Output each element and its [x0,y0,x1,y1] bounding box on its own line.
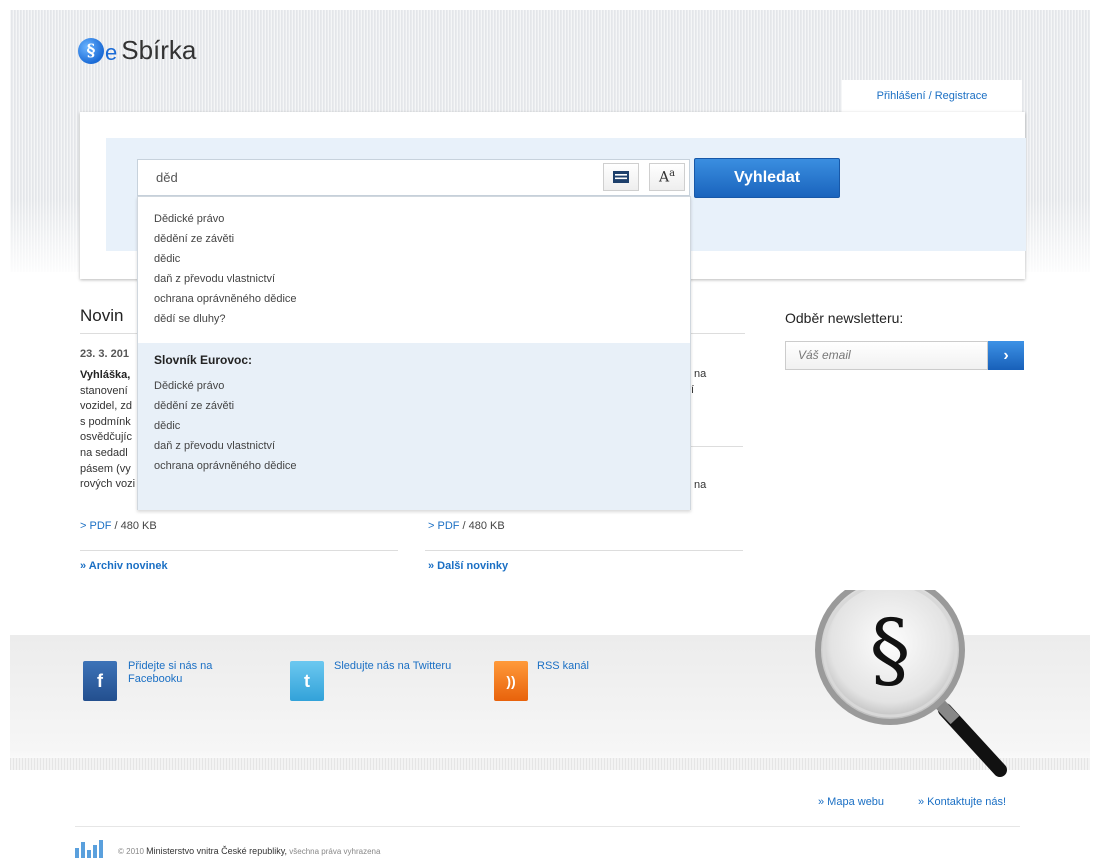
copyright-year: © 2010 [118,847,144,856]
news-text-fragment: í [691,384,695,396]
suggestion-item[interactable]: Dědické právo [154,209,690,229]
browse-button[interactable] [603,163,639,191]
paragraph-logo-icon: § [78,38,104,64]
book-icon [613,171,629,183]
font-size-icon: Aa [659,168,675,186]
eurovoc-section: Slovník Eurovoc: Dědické právo dědění ze… [138,343,690,510]
suggestion-list: Dědické právo dědění ze závěti dědic daň… [138,197,690,329]
login-register-link[interactable]: Přihlášení / Registrace [842,80,1022,112]
news-text-fragment: na [694,479,707,491]
font-glyph-sup: a [669,168,676,180]
news-line: na sedadl [80,446,128,459]
suggestion-item[interactable]: dědic [154,249,690,269]
rights-text: všechna práva vyhrazena [287,847,381,856]
pdf-link[interactable]: > PDF / 480 KB [80,520,157,532]
suggestion-item[interactable]: dědí se dluhy? [154,309,690,329]
site-logo[interactable]: § e Sbírka [78,36,196,64]
search-button[interactable]: Vyhledat [694,158,840,198]
pdf-label: > PDF [428,520,460,532]
eurovoc-list: Dědické právo dědění ze závěti dědic daň… [154,376,690,476]
pdf-size: / 480 KB [459,520,505,532]
news-line: stanovení [80,384,128,397]
news-line: s podmínk [80,415,131,428]
news-line: vozidel, zd [80,400,132,413]
eurovoc-item[interactable]: ochrana oprávněného dědice [154,456,690,476]
pdf-label: > PDF [80,520,112,532]
ministry-name[interactable]: Ministerstvo vnitra České republiky, [146,846,287,856]
contact-link[interactable]: » Kontaktujte nás! [918,796,1006,808]
logo-text: Sbírka [121,35,197,65]
suggestion-item[interactable]: dědění ze závěti [154,229,690,249]
newsletter-email-input[interactable]: Váš email [785,341,988,370]
font-size-button[interactable]: Aa [649,163,685,191]
rss-icon[interactable]: )) [494,661,528,701]
footer-divider [75,826,1020,827]
news-line: pásem (vy [80,462,131,475]
news-text-fragment: na [694,368,707,380]
rss-link[interactable]: RSS kanál [537,660,657,673]
news-title: Novin [80,306,124,325]
pdf-link[interactable]: > PDF / 480 KB [428,520,505,532]
font-glyph: A [658,169,670,186]
arrow-right-icon: › [1003,346,1009,364]
newsletter-submit-button[interactable]: › [988,341,1024,370]
news-date: 23. 3. 201 [80,348,129,360]
news-text: Vyhláška, stanovení vozidel, zd s podmín… [80,368,140,493]
eurovoc-item[interactable]: Dědické právo [154,376,690,396]
news-line: osvědčujíc [80,431,132,444]
news-line: rových vozi [80,478,136,491]
magnifier-illustration: § [815,590,1007,777]
logo-e: e [105,40,118,65]
facebook-link[interactable]: Přidejte si nás na Facebooku [128,660,248,686]
twitter-icon[interactable]: t [290,661,324,701]
sitemap-link[interactable]: » Mapa webu [818,796,884,808]
eurovoc-item[interactable]: dědic [154,416,690,436]
pdf-size: / 480 KB [111,520,157,532]
eurovoc-title: Slovník Eurovoc: [154,353,253,367]
divider [80,550,398,551]
ministry-logo-icon[interactable] [75,840,107,858]
news-headline: Vyhláška, [80,369,131,381]
more-news-link[interactable]: » Další novinky [428,560,508,572]
eurovoc-item[interactable]: dědění ze závěti [154,396,690,416]
news-line[interactable]: Vyhláška, [80,368,140,384]
divider [425,550,743,551]
paragraph-symbol: § [870,603,911,698]
archive-link[interactable]: » Archiv novinek [80,560,168,572]
twitter-link[interactable]: Sledujte nás na Twitteru [334,660,454,673]
copyright: © 2010 Ministerstvo vnitra České republi… [118,846,380,856]
suggestion-item[interactable]: daň z převodu vlastnictví [154,269,690,289]
newsletter-title: Odběr newsletteru: [785,310,904,326]
eurovoc-item[interactable]: daň z převodu vlastnictví [154,436,690,456]
suggestion-item[interactable]: ochrana oprávněného dědice [154,289,690,309]
autocomplete-dropdown: Dědické právo dědění ze závěti dědic daň… [137,196,691,510]
facebook-icon[interactable]: f [83,661,117,701]
